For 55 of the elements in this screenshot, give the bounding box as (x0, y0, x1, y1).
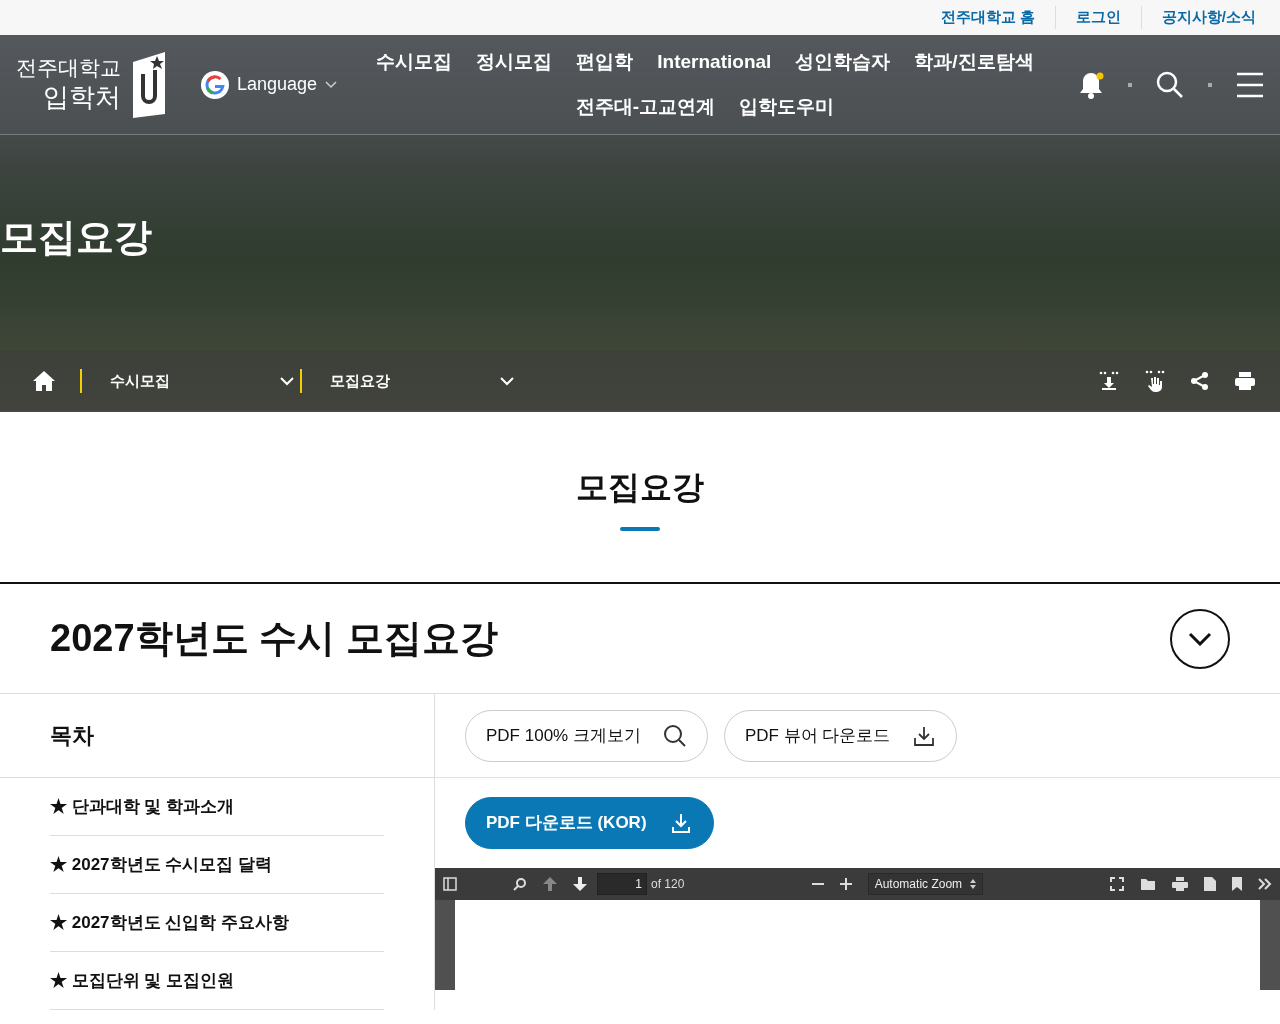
hero-title: 모집요강 (0, 215, 153, 260)
top-link[interactable]: 전주대학교 홈 (920, 6, 1055, 29)
page-number-field[interactable]: 1 (597, 873, 647, 895)
double-chevron-icon[interactable] (1258, 878, 1272, 890)
toc-item[interactable]: ★ 모집단위 및 모집인원 (50, 952, 384, 1010)
braille-download-icon[interactable] (1098, 371, 1120, 391)
pdf-button[interactable]: PDF 뷰어 다운로드 (723, 709, 958, 762)
down-arrow-icon[interactable] (573, 877, 587, 891)
breadcrumb-dropdown[interactable]: 수시모집 (80, 369, 300, 393)
braille-hand-icon[interactable] (1144, 370, 1166, 392)
save-icon[interactable] (1204, 877, 1216, 891)
pdf-button[interactable]: PDF 100% 크게보기 (465, 709, 708, 762)
nav-link-item[interactable]: 전주대-고교연계 (575, 92, 716, 121)
top-link[interactable]: 공지사항/소식 (1140, 6, 1276, 29)
sidebar-toggle-icon[interactable] (443, 877, 457, 891)
toc-item[interactable]: ★ 2027학년도 수시모집 달력 (50, 836, 384, 894)
nav-link-item[interactable]: 정시모집 (476, 48, 553, 77)
print-icon[interactable] (1234, 371, 1256, 391)
breadcrumb-dropdown[interactable]: 모집요강 (300, 369, 520, 393)
pdf-button[interactable]: PDF 다운로드 (KOR) (465, 797, 714, 849)
menu-icon[interactable] (1236, 71, 1264, 98)
logo-text: 입학처 (42, 81, 121, 114)
page-count: of 120 (651, 876, 685, 893)
fullscreen-icon[interactable] (1110, 877, 1124, 891)
chevron-down-icon (500, 376, 514, 386)
toc-item[interactable]: ★ 단과대학 및 학과소개 (50, 778, 384, 836)
nav-link-item[interactable]: 편입학 (576, 48, 634, 77)
share-icon[interactable] (1190, 371, 1210, 391)
folder-icon[interactable] (1140, 877, 1156, 891)
up-arrow-icon[interactable] (543, 877, 557, 891)
bookmark-icon[interactable] (1232, 877, 1242, 891)
chevron-down-icon (280, 376, 294, 386)
toc-heading: 목차 (50, 722, 94, 750)
toc-item[interactable]: ★ 2027학년도 신입학 주요사항 (50, 894, 384, 952)
home-icon[interactable] (32, 370, 56, 392)
logo-text: 전주대학교 (16, 55, 121, 82)
search-icon[interactable] (1156, 70, 1184, 99)
caret-icon (325, 80, 338, 89)
zoom-in-icon[interactable] (839, 878, 852, 890)
zoom-select[interactable]: Automatic Zoom (867, 873, 983, 895)
chevron-down-icon (1188, 631, 1212, 646)
search-icon[interactable] (513, 877, 527, 891)
nav-link-item[interactable]: 성인학습자 (795, 48, 891, 77)
nav-link-item[interactable]: 학과/진로탐색 (914, 48, 1034, 77)
top-link[interactable]: 로그인 (1054, 6, 1141, 29)
updown-icon (969, 879, 976, 889)
section-title: 2027학년도 수시 모집요강 (50, 615, 498, 661)
nav-link-item[interactable]: International (657, 48, 772, 77)
google-icon (201, 70, 229, 99)
print-icon[interactable] (1172, 877, 1188, 891)
nav-link-item[interactable]: 입학도우미 (739, 92, 835, 121)
language-selector[interactable]: Language (201, 70, 338, 99)
nav-link-item[interactable]: 수시모집 (376, 48, 453, 77)
page-title: 모집요강 (576, 468, 704, 507)
search-icon (662, 723, 687, 748)
